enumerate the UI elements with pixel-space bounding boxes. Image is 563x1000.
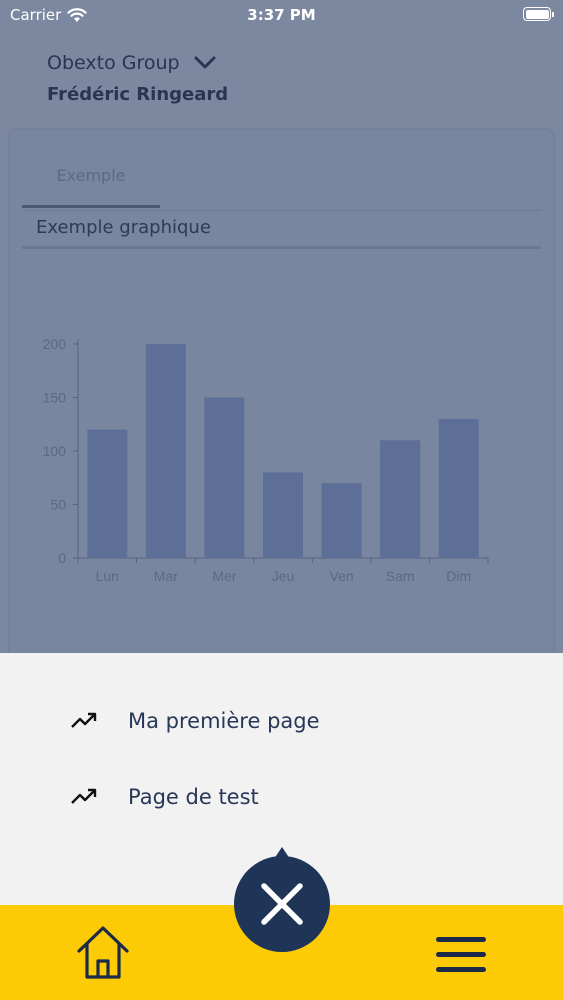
x-tick-label: Mer bbox=[212, 568, 236, 584]
x-tick-label: Dim bbox=[446, 568, 471, 584]
x-tick-label: Sam bbox=[386, 568, 415, 584]
x-tick-label: Lun bbox=[96, 568, 119, 584]
battery-icon bbox=[523, 7, 554, 21]
chevron-down-icon bbox=[194, 56, 216, 69]
close-button[interactable] bbox=[234, 847, 330, 952]
company-name: Obexto Group bbox=[47, 52, 180, 74]
y-tick-label: 100 bbox=[43, 443, 67, 459]
user-name: Frédéric Ringeard bbox=[47, 84, 229, 105]
bar-chart: 0 50 100 150 200 Lun Mar Mer Jeu Ven Sam Dim bbox=[43, 336, 489, 584]
trending-up-icon bbox=[71, 788, 97, 804]
y-tick-label: 50 bbox=[50, 497, 66, 513]
status-bar: Carrier 3:37 PM bbox=[0, 0, 563, 30]
bar-dim bbox=[438, 418, 479, 558]
hamburger-icon[interactable] bbox=[434, 935, 488, 975]
status-time: 3:37 PM bbox=[247, 6, 316, 24]
y-tick-label: 200 bbox=[43, 336, 67, 352]
company-selector[interactable]: Obexto Group bbox=[47, 52, 216, 74]
bar-jeu bbox=[263, 472, 303, 558]
menu-item-page-de-test[interactable]: Page de test bbox=[70, 785, 259, 809]
x-tick-label: Ven bbox=[330, 568, 354, 584]
bar-mer bbox=[204, 397, 245, 558]
menu-item-ma-premiere-page[interactable]: Ma première page bbox=[70, 709, 320, 733]
menu-item-label: Ma première page bbox=[128, 709, 320, 733]
y-tick-label: 150 bbox=[43, 390, 67, 406]
menu-item-label: Page de test bbox=[128, 785, 259, 809]
y-tick-label: 0 bbox=[58, 550, 66, 566]
x-tick-label: Mar bbox=[154, 568, 178, 584]
chart-card: Exemple Exemple graphique 0 50 100 150 200 Lu… bbox=[10, 130, 553, 670]
bar-sam bbox=[380, 440, 421, 558]
close-icon bbox=[261, 883, 303, 925]
trending-up-icon bbox=[71, 712, 97, 728]
bar-ven bbox=[321, 483, 362, 558]
bar-lun bbox=[87, 429, 128, 558]
home-icon[interactable] bbox=[75, 925, 131, 981]
bar-mar bbox=[145, 344, 186, 558]
close-button-pointer bbox=[274, 847, 290, 859]
x-tick-label: Jeu bbox=[272, 568, 295, 584]
